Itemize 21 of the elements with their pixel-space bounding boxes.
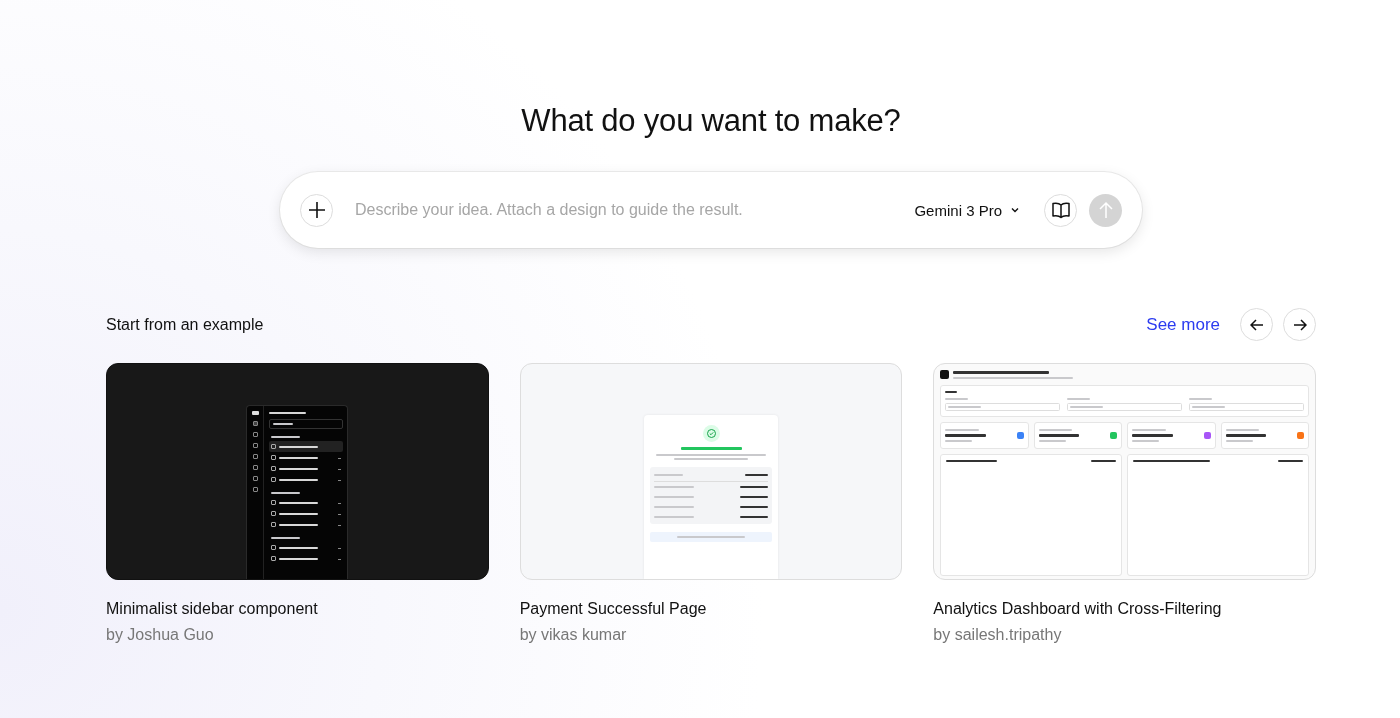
arrow-left-icon — [1249, 317, 1264, 332]
see-more-link[interactable]: See more — [1146, 314, 1220, 335]
example-title[interactable]: Payment Successful Page — [519, 600, 903, 618]
previous-button[interactable] — [1240, 308, 1273, 341]
chevron-down-icon — [1010, 205, 1020, 215]
example-author: by sailesh.tripathy — [933, 626, 1063, 644]
section-title: Start from an example — [106, 315, 264, 334]
prompt-input[interactable]: Describe your idea. Attach a design to guide the result. — [353, 200, 903, 220]
example-author: by vikas kumar — [519, 626, 628, 644]
plus-icon — [307, 201, 326, 219]
example-title[interactable]: Analytics Dashboard with Cross-Filtering — [933, 600, 1316, 618]
book-icon — [1050, 201, 1071, 219]
page-heading: What do you want to make? — [521, 102, 901, 140]
example-author: by Joshua Guo — [106, 626, 215, 644]
example-title[interactable]: Minimalist sidebar component — [106, 600, 489, 618]
arrow-up-icon — [1097, 201, 1114, 219]
arrow-right-icon — [1292, 317, 1307, 332]
attach-button[interactable] — [300, 193, 333, 227]
library-button[interactable] — [1044, 193, 1077, 227]
next-button[interactable] — [1283, 308, 1316, 341]
model-selector[interactable]: Gemini 3 Pro — [914, 201, 1032, 219]
